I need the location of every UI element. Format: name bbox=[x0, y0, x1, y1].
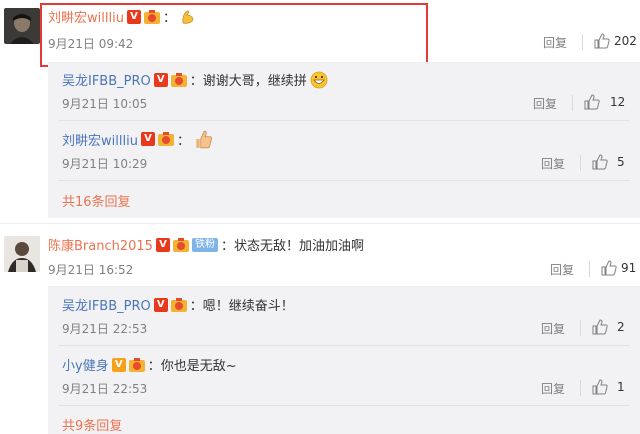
reply-header: 刘畊宏willliu V ： bbox=[62, 129, 213, 149]
reply-button[interactable]: 回复 bbox=[541, 380, 565, 397]
medal-badge-icon bbox=[170, 72, 187, 87]
divider bbox=[580, 320, 581, 336]
timestamp: 9月21日 10:05 bbox=[62, 97, 148, 111]
reply-divider bbox=[58, 120, 630, 121]
like-icon[interactable] bbox=[594, 33, 610, 49]
comment-text: ：你也是无敌~ bbox=[147, 359, 237, 374]
reply-divider bbox=[58, 345, 630, 346]
like-icon[interactable] bbox=[584, 94, 600, 110]
view-more-replies-link[interactable]: 共9条回复 bbox=[62, 415, 122, 434]
reply-header: 小y健身 V ：你也是无敌~ bbox=[62, 355, 237, 374]
grinning-face-icon bbox=[310, 71, 328, 88]
verified-badge-icon: V bbox=[153, 72, 168, 87]
divider bbox=[582, 34, 583, 50]
username-link[interactable]: 刘畊宏willliu bbox=[62, 130, 138, 149]
medal-badge-icon bbox=[128, 357, 145, 372]
like-icon[interactable] bbox=[601, 260, 617, 276]
comment-header: 陈康Branch2015 V 铁粉 ：状态无敌！加油加油啊 bbox=[48, 235, 364, 254]
reply-button[interactable]: 回复 bbox=[533, 95, 557, 112]
like-count: 91 bbox=[621, 261, 637, 275]
medal-badge-icon bbox=[170, 297, 187, 312]
verified-badge-icon: V bbox=[140, 132, 155, 146]
like-count: 1 bbox=[617, 380, 625, 394]
like-icon[interactable] bbox=[592, 154, 608, 170]
timestamp: 9月21日 10:29 bbox=[62, 157, 148, 171]
like-count: 202 bbox=[614, 34, 637, 48]
highlight-box bbox=[40, 3, 428, 67]
timestamp: 9月21日 22:53 bbox=[62, 322, 148, 336]
reply-button[interactable]: 回复 bbox=[541, 155, 565, 172]
medal-badge-icon bbox=[172, 237, 189, 252]
verified-badge-icon: V bbox=[111, 357, 126, 372]
thread-divider bbox=[0, 223, 640, 224]
like-icon[interactable] bbox=[592, 379, 608, 395]
divider bbox=[580, 380, 581, 396]
reply-divider bbox=[58, 180, 630, 181]
reply-header: 吴龙IFBB_PRO V ：嗯！继续奋斗！ bbox=[62, 295, 294, 314]
comment-text: ：谢谢大哥，继续拼 bbox=[189, 74, 307, 89]
like-icon[interactable] bbox=[592, 319, 608, 335]
like-count: 12 bbox=[610, 95, 626, 109]
like-count: 5 bbox=[617, 155, 625, 169]
username-link[interactable]: 吴龙IFBB_PRO bbox=[62, 295, 151, 314]
fan-badge: 铁粉 bbox=[191, 237, 218, 252]
username-link[interactable]: 吴龙IFBB_PRO bbox=[62, 70, 151, 89]
comment-text: ：状态无敌！加油加油啊 bbox=[220, 239, 364, 254]
reply-header: 吴龙IFBB_PRO V ：谢谢大哥，继续拼 bbox=[62, 70, 328, 89]
username-link[interactable]: 小y健身 bbox=[62, 355, 109, 374]
reply-button[interactable]: 回复 bbox=[543, 34, 567, 51]
thumbs-up-icon bbox=[196, 130, 212, 149]
avatar[interactable] bbox=[4, 236, 40, 272]
comment-text: ： bbox=[176, 133, 190, 149]
divider bbox=[589, 261, 590, 277]
divider bbox=[572, 95, 573, 111]
reply-button[interactable]: 回复 bbox=[541, 320, 565, 337]
divider bbox=[580, 155, 581, 171]
comment-text: ：嗯！继续奋斗！ bbox=[189, 299, 294, 314]
timestamp: 9月21日 16:52 bbox=[48, 263, 134, 277]
like-count: 2 bbox=[617, 320, 625, 334]
avatar[interactable] bbox=[4, 8, 40, 44]
username-link[interactable]: 陈康Branch2015 bbox=[48, 235, 153, 254]
medal-badge-icon bbox=[157, 132, 174, 146]
reply-divider bbox=[58, 405, 630, 406]
reply-button[interactable]: 回复 bbox=[550, 261, 574, 278]
verified-badge-icon: V bbox=[153, 297, 168, 312]
view-more-replies-link[interactable]: 共16条回复 bbox=[62, 191, 131, 210]
timestamp: 9月21日 22:53 bbox=[62, 382, 148, 396]
verified-badge-icon: V bbox=[155, 237, 170, 252]
